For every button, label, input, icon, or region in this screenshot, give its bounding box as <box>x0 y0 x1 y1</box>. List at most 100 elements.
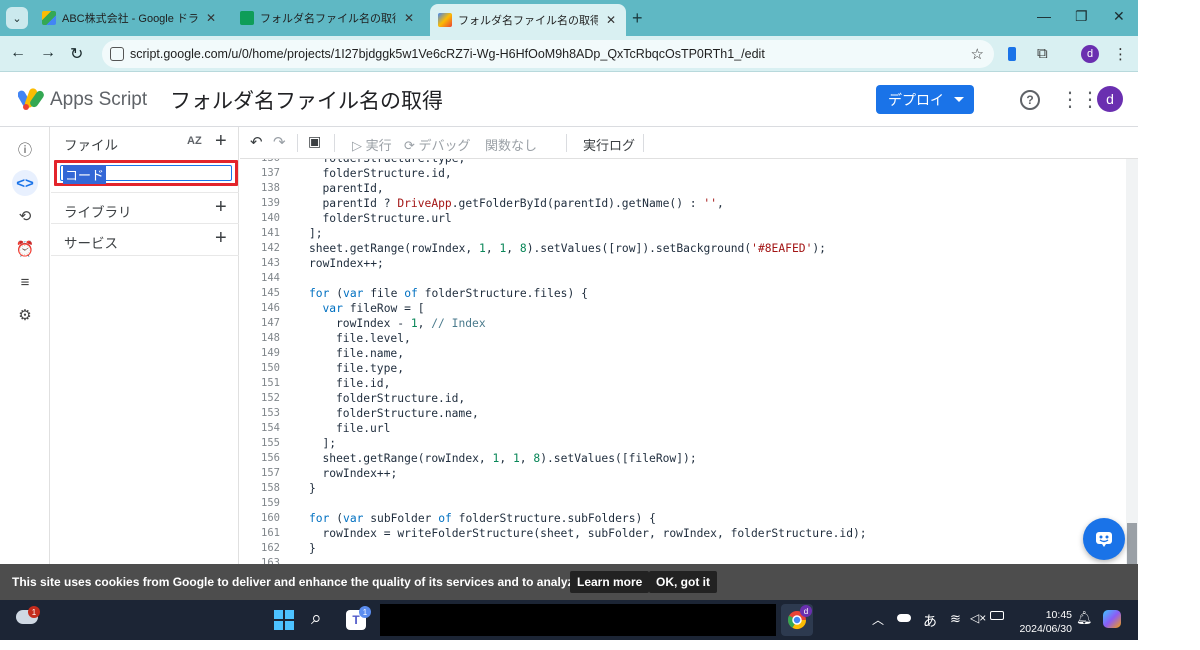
onedrive-cloud-icon[interactable] <box>897 614 911 622</box>
apps-grid-icon[interactable]: ⋮⋮ <box>1060 87 1100 112</box>
editor-scrollbar[interactable] <box>1126 159 1138 564</box>
code-line[interactable]: } <box>309 542 316 555</box>
code-line[interactable]: } <box>309 482 316 495</box>
site-info-icon[interactable] <box>110 47 124 61</box>
code-line[interactable]: folderStructure.name, <box>336 407 479 420</box>
add-service-button[interactable]: + <box>215 227 227 250</box>
code-line[interactable]: file.type, <box>336 362 404 375</box>
notification-bell-icon[interactable]: 🔔︎ <box>1076 610 1093 626</box>
code-line[interactable]: folderStructure.url <box>323 212 452 225</box>
file-rename-value: コード <box>63 165 107 184</box>
code-line[interactable]: for (var file of folderStructure.files) … <box>309 287 588 300</box>
code-line[interactable]: rowIndex++; <box>323 467 398 480</box>
undo-icon[interactable]: ↶ <box>250 133 263 151</box>
learn-more-button[interactable]: Learn more <box>570 571 650 593</box>
debug-button[interactable]: ⟳ デバッグ <box>404 135 471 154</box>
code-line[interactable]: ]; <box>323 437 337 450</box>
code-line[interactable]: rowIndex = writeFolderStructure(sheet, s… <box>323 527 867 540</box>
close-icon[interactable]: ✕ <box>204 11 218 25</box>
wifi-icon[interactable]: ≋ <box>950 611 961 627</box>
code-line[interactable]: rowIndex - 1, // Index <box>336 317 486 330</box>
code-line[interactable]: rowIndex++; <box>309 257 384 270</box>
chat-support-button[interactable] <box>1083 518 1125 560</box>
help-icon[interactable]: ? <box>1020 90 1040 110</box>
minimize-icon[interactable]: — <box>1037 8 1051 24</box>
account-avatar[interactable]: d <box>1097 86 1123 112</box>
close-icon[interactable]: ✕ <box>402 11 416 25</box>
scrollbar-thumb[interactable] <box>1127 523 1137 564</box>
code-line[interactable]: folderStructure.id, <box>323 167 452 180</box>
browser-menu-icon[interactable]: ⋮ <box>1113 45 1128 63</box>
profile-avatar[interactable]: d <box>1081 45 1099 63</box>
redo-icon[interactable]: ↷ <box>273 133 286 151</box>
settings-gear-icon[interactable]: ⚙ <box>12 302 38 328</box>
battery-icon[interactable] <box>990 611 1004 620</box>
windows-start-icon[interactable] <box>274 610 294 630</box>
browser-tab-sheets[interactable]: フォルダ名ファイル名の取得 - Goo ✕ <box>232 4 424 32</box>
save-icon[interactable]: ▣ <box>308 133 321 150</box>
code-editor[interactable]: 136 137 138 139 140 141 142 143 144 145 146 147 148 1… <box>240 159 1138 564</box>
code-line[interactable]: file.name, <box>336 347 404 360</box>
project-title[interactable]: フォルダ名ファイル名の取得 <box>170 85 443 115</box>
restore-icon[interactable]: ❐ <box>1075 8 1088 25</box>
add-file-button[interactable]: + <box>215 130 227 153</box>
volume-muted-icon[interactable]: ◁× <box>970 611 986 625</box>
run-button[interactable]: ▷ 実行 <box>352 135 392 154</box>
code-line[interactable]: folderStructure.type, <box>323 159 466 165</box>
os-taskbar: 1 ⌕ T 1 d ︿ あ ≋ ◁× 10:45 2024/06/30 🔔︎ <box>0 600 1138 640</box>
bookmark-star-icon[interactable]: ☆ <box>971 45 984 63</box>
browser-tab-drive[interactable]: ABC株式会社 - Google ドライブ ✕ <box>34 4 226 32</box>
file-rename-input[interactable]: コード <box>54 160 238 186</box>
reload-icon[interactable]: ↻ <box>70 44 83 64</box>
address-bar[interactable]: script.google.com/u/0/home/projects/1I27… <box>102 40 994 68</box>
code-line[interactable]: sheet.getRange(rowIndex, 1, 1, 8).setVal… <box>309 242 826 255</box>
code-line[interactable]: ]; <box>309 227 323 240</box>
code-line[interactable]: folderStructure.id, <box>336 392 465 405</box>
code-line[interactable]: for (var subFolder of folderStructure.su… <box>309 512 656 525</box>
function-select[interactable]: 関数なし <box>485 135 537 154</box>
search-icon[interactable]: ⌕ <box>311 608 322 630</box>
code-line[interactable]: file.url <box>336 422 390 435</box>
tab-search-button[interactable]: ⌄ <box>6 7 28 29</box>
code-line[interactable]: parentId ? DriveApp.getFolderById(parent… <box>323 197 724 210</box>
line-number: 142 <box>261 242 280 254</box>
code-line[interactable]: sheet.getRange(rowIndex, 1, 1, 8).setVal… <box>323 452 697 465</box>
libraries-section[interactable]: ライブラリ + <box>51 192 239 224</box>
close-window-icon[interactable]: ✕ <box>1113 8 1125 25</box>
system-clock[interactable]: 10:45 2024/06/30 <box>1014 608 1072 636</box>
line-number: 138 <box>261 182 280 194</box>
extensions-puzzle-icon[interactable]: ⧉ <box>1037 45 1048 62</box>
ok-got-it-button[interactable]: OK, got it <box>649 571 717 593</box>
line-number: 156 <box>261 452 280 464</box>
services-section[interactable]: サービス + <box>51 224 239 256</box>
redacted-taskbar-area <box>380 604 776 636</box>
sort-az-icon[interactable]: AZ <box>187 135 202 147</box>
deploy-button[interactable]: デプロイ <box>876 85 974 114</box>
line-number: 137 <box>261 167 280 179</box>
triggers-alarm-icon[interactable]: ⏰ <box>12 236 38 262</box>
code-line[interactable]: file.level, <box>336 332 411 345</box>
overview-info-icon[interactable]: ⓘ <box>12 137 38 163</box>
new-tab-button[interactable]: + <box>632 8 643 29</box>
code-line[interactable]: parentId, <box>323 182 384 195</box>
back-arrow-icon[interactable]: ← <box>10 44 26 62</box>
browser-tab-apps-script[interactable]: フォルダ名ファイル名の取得 - プロジ ✕ <box>430 4 626 36</box>
chevron-up-icon[interactable]: ︿ <box>872 611 884 628</box>
code-area[interactable]: folderStructure.type, folderStructure.id,… <box>309 159 1129 564</box>
play-icon: ▷ <box>352 138 366 153</box>
forward-arrow-icon[interactable]: → <box>40 44 56 62</box>
line-number: 150 <box>261 362 280 374</box>
copilot-icon[interactable] <box>1103 610 1121 628</box>
code-line[interactable]: var fileRow = [ <box>323 302 425 315</box>
extension-icon[interactable] <box>1008 47 1016 61</box>
close-icon[interactable]: ✕ <box>604 13 618 27</box>
ime-indicator[interactable]: あ <box>923 611 937 631</box>
line-number: 152 <box>261 392 280 404</box>
executions-list-icon[interactable]: ≡ <box>12 269 38 295</box>
code-line[interactable]: file.id, <box>336 377 390 390</box>
add-library-button[interactable]: + <box>215 196 227 219</box>
history-icon[interactable]: ⟲ <box>12 203 38 229</box>
execution-log-button[interactable]: 実行ログ <box>583 135 635 154</box>
editor-toolbar: ↶ ↷ ▣ ▷ 実行 ⟳ デバッグ 関数なし 実行ログ <box>240 127 1138 159</box>
editor-code-icon[interactable]: <> <box>12 170 38 196</box>
